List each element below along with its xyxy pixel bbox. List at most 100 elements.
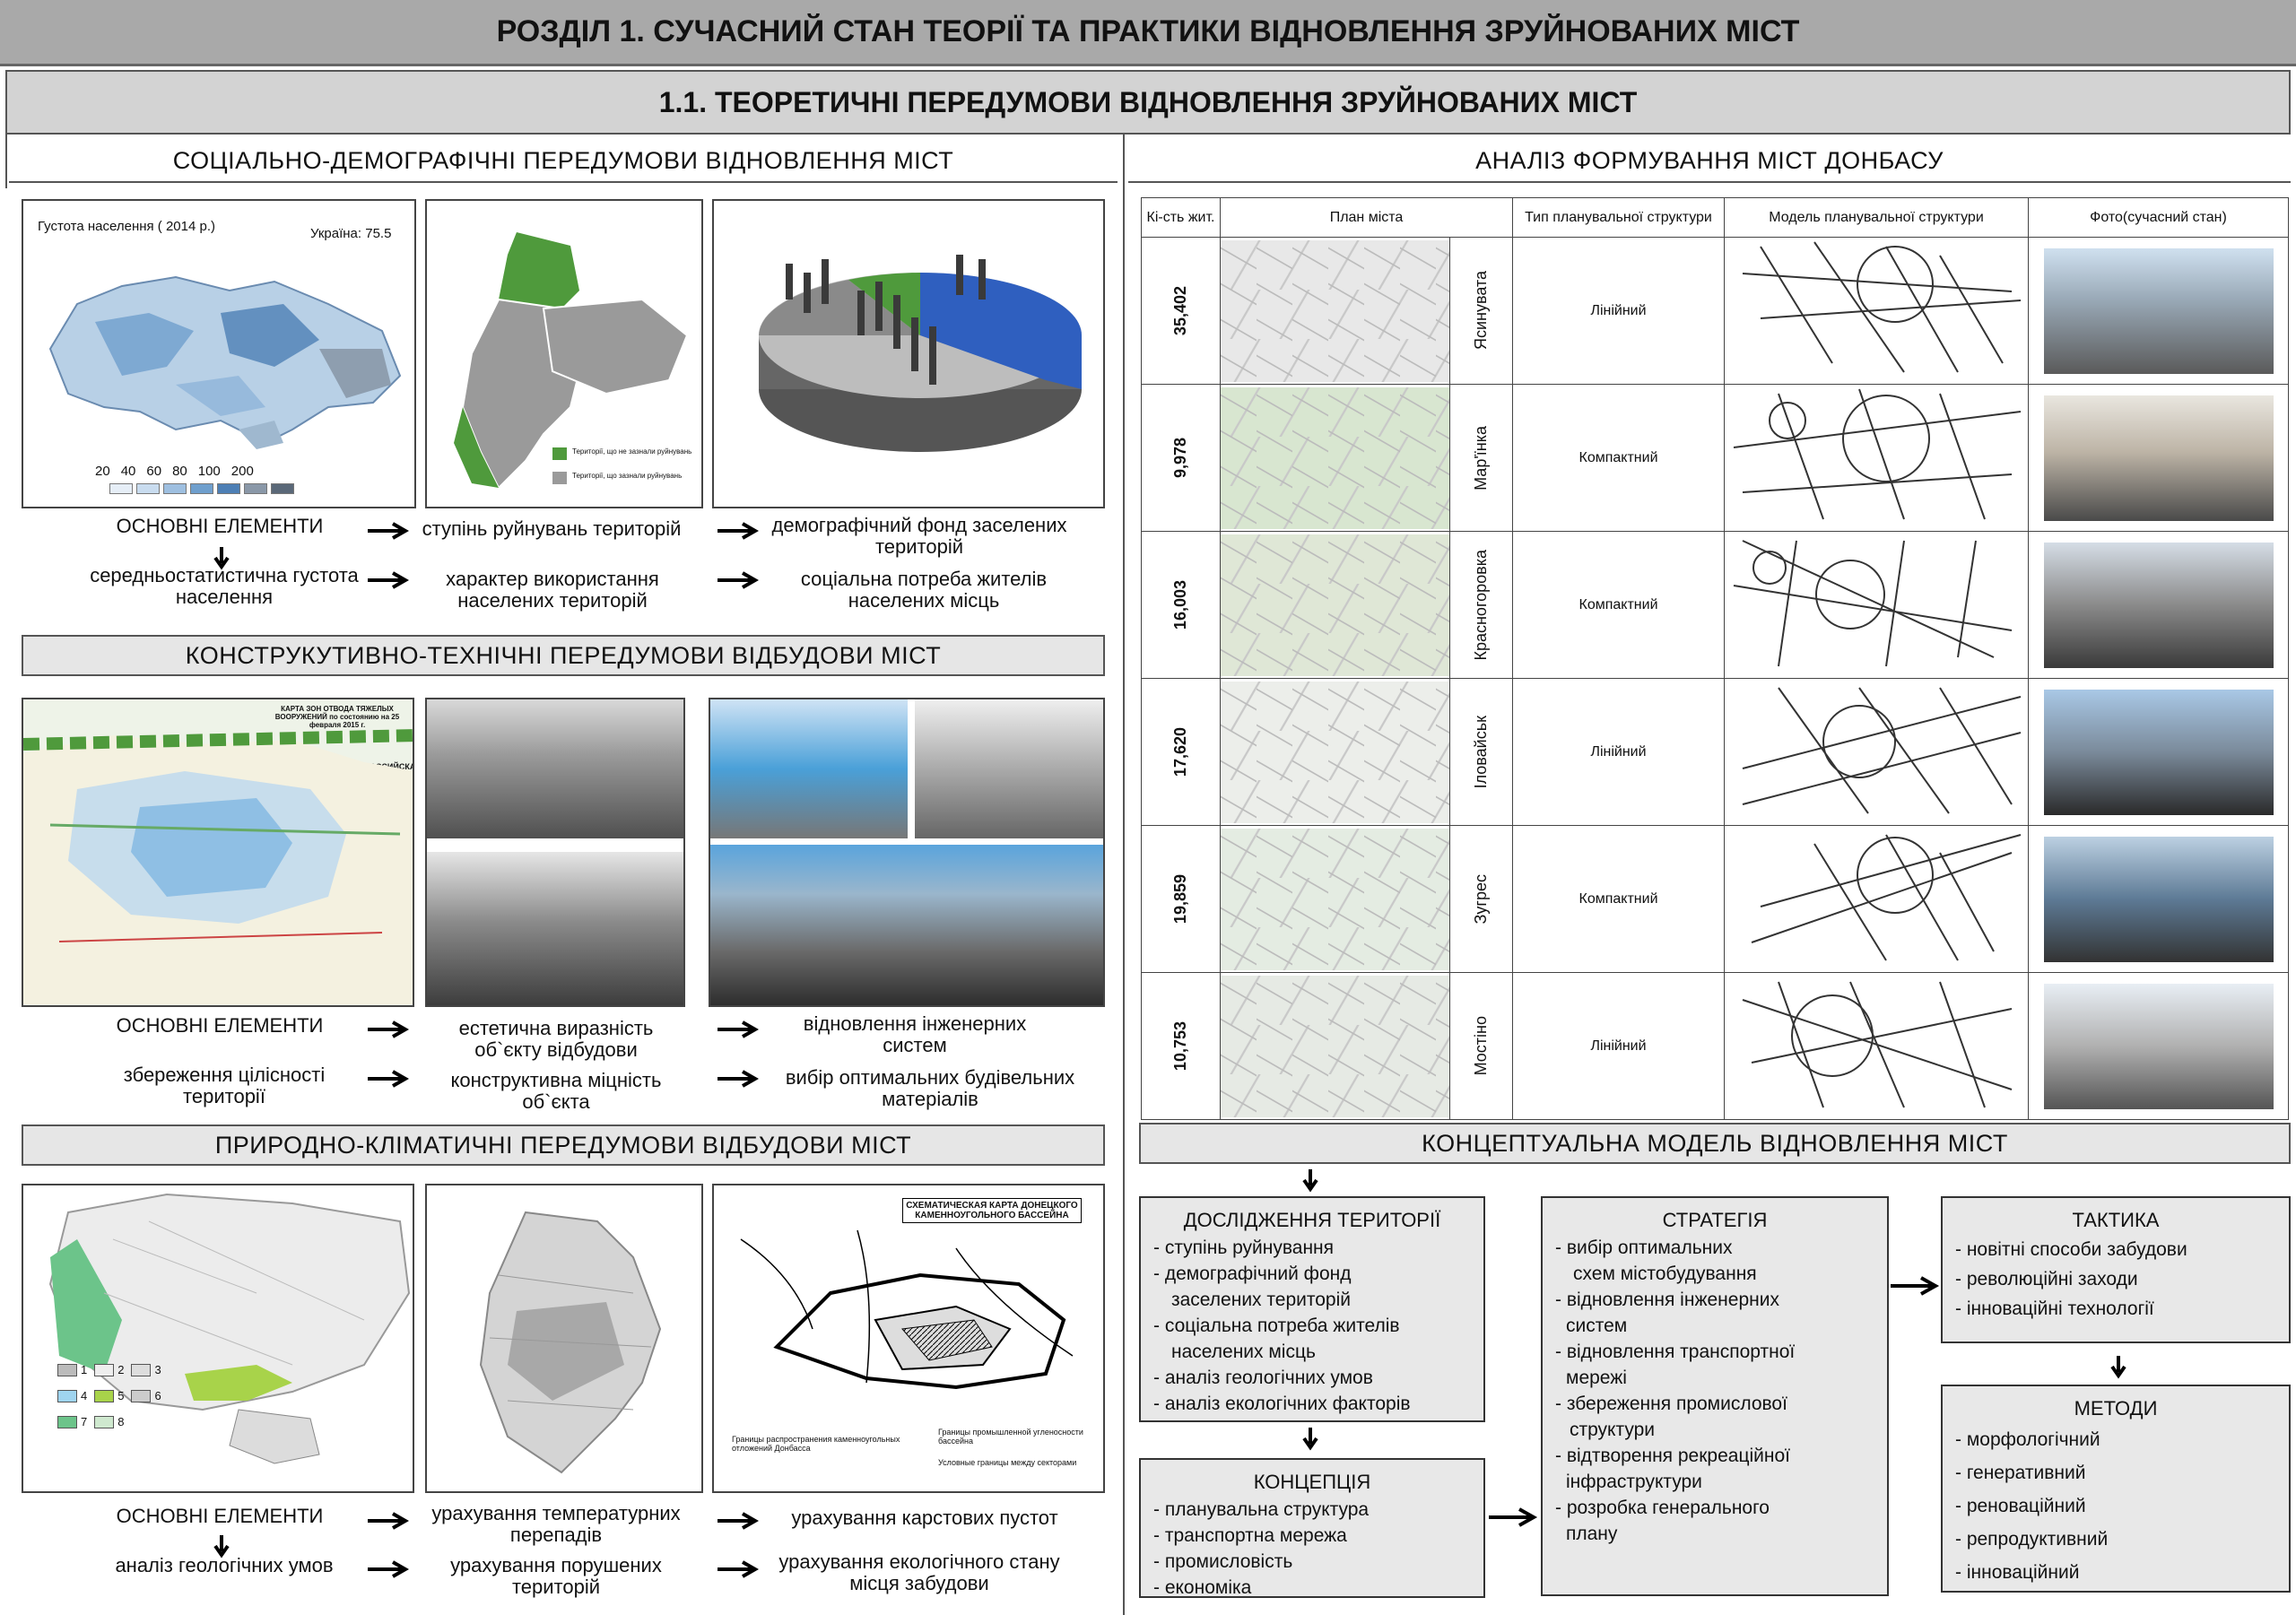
arrow-right-icon <box>368 1560 409 1578</box>
city-plan-cell <box>1220 384 1450 532</box>
col-structure-model: Модель планувальної структури <box>1724 197 2029 238</box>
planning-model-diagram <box>1733 540 2013 667</box>
concept-title: КОНЦЕПЦІЯ <box>1253 1471 1371 1493</box>
strategy-item: - відтворення рекреаційної <box>1555 1446 1790 1466</box>
strategy-item: - відновлення транспортної <box>1555 1341 1796 1362</box>
tactics-title: ТАКТИКА <box>2072 1209 2160 1231</box>
city-plan-map <box>1221 386 1449 529</box>
photo-building-blue <box>710 699 908 838</box>
weapons-map-panel: КАРТА ЗОН ОТВОДА ТЯЖЕЛЫХ ВООРУЖЕНИЙ по с… <box>22 698 414 1007</box>
concept-item: - планувальна структура <box>1153 1499 1370 1520</box>
city-name: Красногоровка <box>1472 549 1490 661</box>
city-name-cell: Красногоровка <box>1449 531 1513 679</box>
strategy-item: - збереження промислової <box>1555 1394 1787 1414</box>
city-name: Іловайськ <box>1472 715 1490 789</box>
structure-model-cell <box>1724 972 2029 1120</box>
research-item: населених місць <box>1171 1341 1316 1362</box>
population-cell: 17,620 <box>1141 678 1221 826</box>
strategy-item: інфраструктури <box>1566 1472 1702 1492</box>
destruction-map-panel: Території, що не зазнали руйнувань Терит… <box>425 199 703 508</box>
legend-num: 7 <box>81 1415 88 1428</box>
relief-map <box>479 1211 662 1474</box>
nature-ecology: урахування екологічного стану місця забу… <box>778 1550 1060 1594</box>
population-value: 35,402 <box>1171 285 1189 336</box>
coal-map-title: СХЕМАТИЧЕСКАЯ КАРТА ДОНЕЦКОГО КАМЕННОУГО… <box>902 1198 1082 1223</box>
left-border <box>5 135 7 188</box>
ukraine-density-map <box>48 275 402 449</box>
page-subtitle: 1.1. ТЕОРЕТИЧНІ ПЕРЕДУМОВИ ВІДНОВЛЕННЯ З… <box>5 70 2291 135</box>
density-map-title: Густота населення ( 2014 р.) <box>38 219 216 234</box>
city-plan-cell <box>1220 237 1450 385</box>
photo-cell <box>2028 531 2289 679</box>
table-header-row: Кі-сть жит. План міста Тип планувальної … <box>1141 197 2289 238</box>
photo-cell <box>2028 237 2289 385</box>
coal-basin-map-panel: СХЕМАТИЧЕСКАЯ КАРТА ДОНЕЦКОГО КАМЕННОУГО… <box>712 1184 1105 1493</box>
page-title: РОЗДІЛ 1. СУЧАСНИЙ СТАН ТЕОРІЇ ТА ПРАКТИ… <box>0 0 2296 66</box>
arrow-right-icon <box>718 1512 759 1530</box>
city-name: Мар'їнка <box>1472 425 1490 491</box>
city-name-cell: Мостіно <box>1449 972 1513 1120</box>
structure-model-cell <box>1724 237 2029 385</box>
research-title: ДОСЛІДЖЕННЯ ТЕРИТОРІЇ <box>1183 1209 1441 1231</box>
planning-model-diagram <box>1742 241 2022 373</box>
table-row: 35,402 Ясинувата Лінійний <box>1141 237 2289 385</box>
city-photo <box>2043 542 2274 668</box>
city-name-cell: Зугрес <box>1449 825 1513 973</box>
social-need: соціальна потреба жителів населених місц… <box>800 568 1048 612</box>
coal-legend-1: Границы распространения каменноугольных … <box>732 1435 900 1453</box>
structure-model-cell <box>1724 531 2029 679</box>
methods-box: МЕТОДИ - морфологічний - генеративний - … <box>1941 1385 2291 1593</box>
city-analysis-table: Кі-сть жит. План міста Тип планувальної … <box>1141 197 2289 1120</box>
section-title-nature: ПРИРОДНО-КЛІМАТИЧНІ ПЕРЕДУМОВИ ВІДБУДОВИ… <box>22 1124 1105 1166</box>
legend-num: 4 <box>81 1389 88 1402</box>
geology-map <box>48 1193 411 1464</box>
arrow-right-icon <box>368 1020 409 1038</box>
arrow-right-icon <box>368 522 409 540</box>
city-plan-map <box>1221 239 1449 382</box>
structure-type-cell: Лінійний <box>1512 972 1725 1120</box>
social-destruction-degree: ступінь руйнувань територій <box>422 517 682 540</box>
arrow-right-icon <box>1489 1507 1538 1527</box>
concept-item: - транспортна мережа <box>1153 1525 1347 1546</box>
scale-label-40: 40 <box>120 464 136 479</box>
arrow-down-icon <box>2110 1356 2126 1379</box>
scale-label-100: 100 <box>197 464 221 479</box>
photo-ruins-2 <box>427 852 683 1005</box>
research-item: - аналіз екологічних факторів <box>1153 1394 1411 1414</box>
density-scale-swatches <box>109 483 294 494</box>
research-item: - демографічний фонд <box>1153 1263 1352 1284</box>
social-density: середньостатистична густота населення <box>90 564 359 608</box>
arrow-right-icon <box>718 571 759 589</box>
strategy-item: - вибір оптимальних <box>1555 1237 1733 1258</box>
city-plan-cell <box>1220 972 1450 1120</box>
photo-cell <box>2028 825 2289 973</box>
scale-label-80: 80 <box>172 464 187 479</box>
arrow-right-icon <box>718 1070 759 1088</box>
methods-item: - інноваційний <box>1955 1562 2080 1583</box>
population-cell: 16,003 <box>1141 531 1221 679</box>
construct-strength: конструктивна міцність об`єкта <box>450 1069 662 1113</box>
population-cell: 10,753 <box>1141 972 1221 1120</box>
nature-geology: аналіз геологічних умов <box>115 1554 334 1576</box>
tactics-item: - революційні заходи <box>1955 1269 2138 1289</box>
research-item: заселених територій <box>1171 1289 1351 1310</box>
table-row: 17,620 Іловайськ Лінійний <box>1141 678 2289 826</box>
photo-cell <box>2028 972 2289 1120</box>
city-name: Мостіно <box>1472 1016 1490 1076</box>
methods-title: МЕТОДИ <box>2074 1397 2158 1420</box>
social-usage-character: характер використання населених територі… <box>446 568 659 612</box>
arrow-right-icon <box>718 1020 759 1038</box>
city-name: Ясинувата <box>1472 271 1490 351</box>
legend-num: 5 <box>117 1389 125 1402</box>
structure-type-cell: Компактний <box>1512 384 1725 532</box>
density-map-panel: Густота населення ( 2014 р.) Україна: 75… <box>22 199 416 508</box>
methods-item: - реноваційний <box>1955 1496 2086 1516</box>
nature-temperature: урахування температурних перепадів <box>431 1502 681 1546</box>
weapons-zone-map <box>23 729 413 1004</box>
structure-type-cell: Лінійний <box>1512 678 1725 826</box>
research-item: - соціальна потреба жителів <box>1153 1315 1400 1336</box>
concept-item: - промисловість <box>1153 1551 1293 1572</box>
construct-integrity: збереження цілісності території <box>123 1064 326 1107</box>
population-pie-panel <box>712 199 1105 508</box>
population-value: 9,978 <box>1171 437 1189 479</box>
